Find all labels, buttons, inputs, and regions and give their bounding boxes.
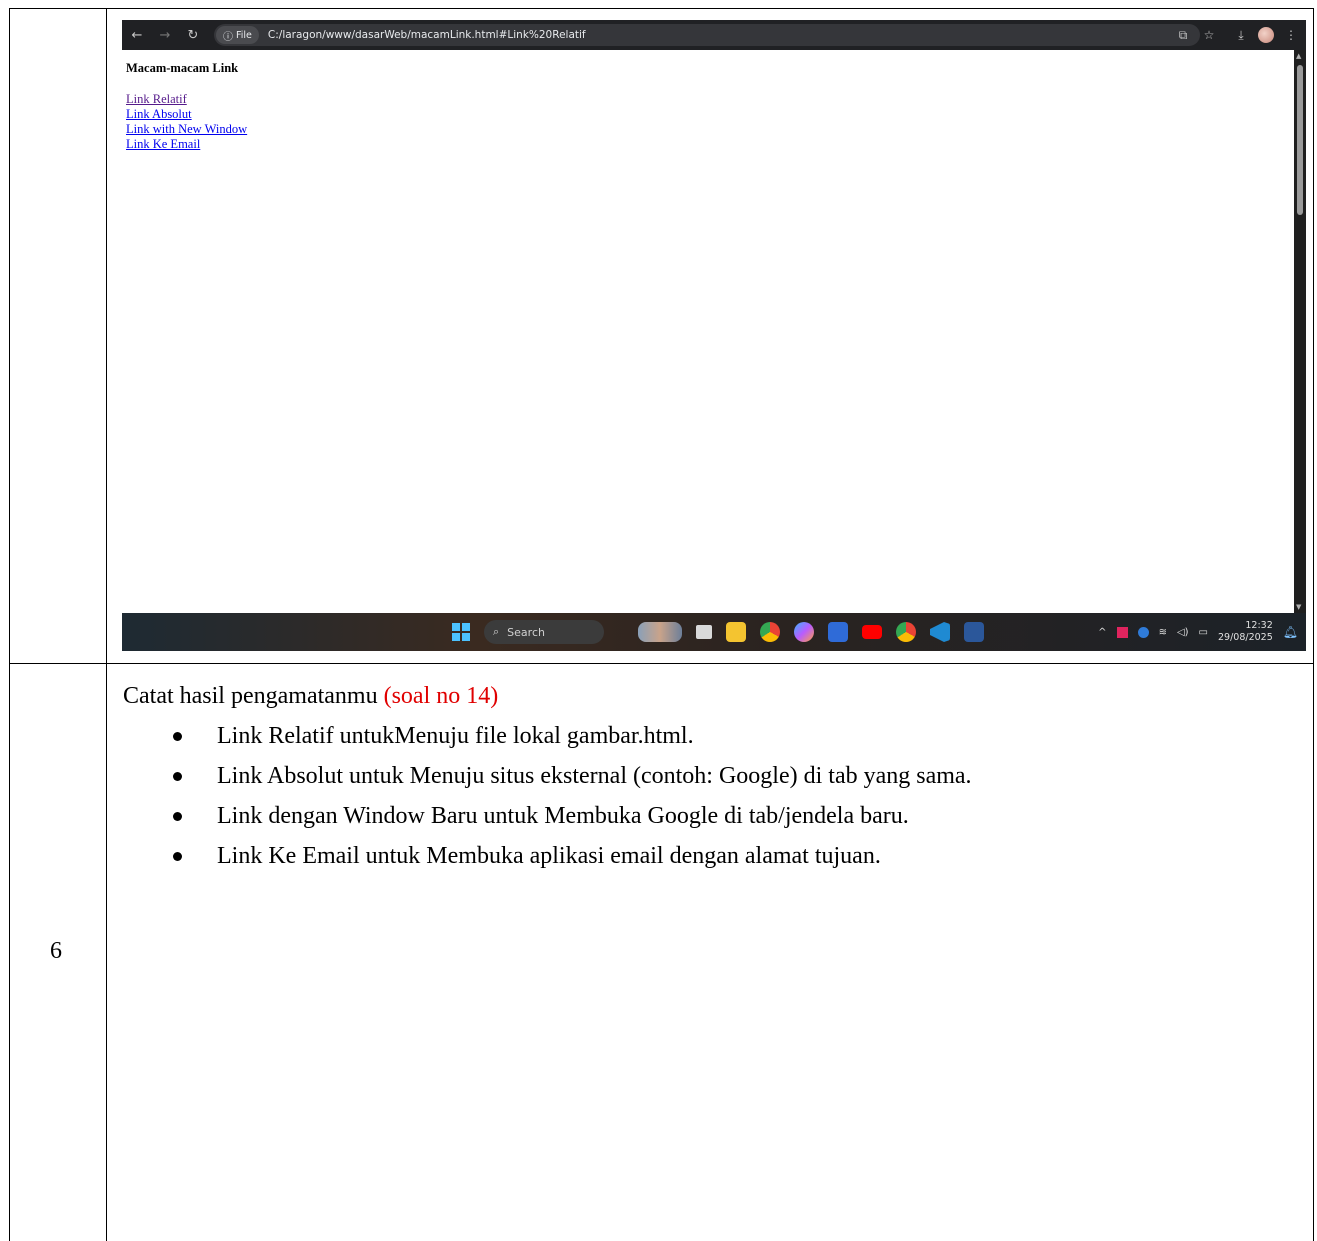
browser-screenshot: ← → ↻ ⓘ File C:/laragon/www/dasarWeb/mac… [122, 20, 1306, 651]
link-list: Link Relatif Link Absolut Link with New … [126, 92, 247, 152]
scrollbar-thumb[interactable] [1297, 65, 1303, 215]
windows-taskbar: ⌕ Search ^ ≋ ◁) ▭ 12:32 29/08/2025 🔔︎ [122, 613, 1306, 651]
notification-bell-icon[interactable]: 🔔︎ [1283, 625, 1298, 639]
table-left-border [9, 8, 10, 1241]
link-new-window[interactable]: Link with New Window [126, 122, 247, 137]
file-explorer-icon[interactable] [726, 622, 746, 642]
wifi-icon[interactable]: ≋ [1159, 627, 1167, 638]
row-number: 6 [50, 938, 62, 964]
battery-icon[interactable]: ▭ [1199, 627, 1208, 638]
reload-icon[interactable]: ↻ [182, 24, 204, 46]
back-icon[interactable]: ← [126, 24, 148, 46]
taskbar-search-label: Search [507, 625, 545, 639]
taskbar-apps: ⌕ Search [452, 620, 984, 644]
download-icon[interactable]: ⤓ [1232, 24, 1250, 46]
tray-app-icon[interactable] [1116, 626, 1128, 638]
page-viewport: Macam-macam Link Link Relatif Link Absol… [122, 50, 1294, 613]
windows-start-icon[interactable] [452, 623, 470, 641]
linkedin-app-icon[interactable] [828, 622, 848, 642]
toolbar-actions: ⧉ ☆ ⤓ ⋮ [1174, 24, 1300, 46]
list-item: Link Ke Email untuk Membuka aplikasi ema… [123, 836, 1303, 876]
notes-title: Catat hasil pengamatanmu [123, 683, 378, 709]
vertical-scrollbar[interactable]: ▲ ▼ [1294, 50, 1306, 613]
chrome-active-icon[interactable] [896, 622, 916, 642]
bookmark-star-icon[interactable]: ☆ [1200, 24, 1218, 46]
vscode-icon[interactable] [930, 622, 950, 642]
system-tray: ^ ≋ ◁) ▭ 12:32 29/08/2025 🔔︎ [1098, 619, 1298, 645]
link-email[interactable]: Link Ke Email [126, 137, 247, 152]
notes-heading: Catat hasil pengamatanmu (soal no 14) [123, 676, 1303, 716]
site-info-label: File [236, 29, 252, 41]
copilot-icon[interactable] [794, 622, 814, 642]
scroll-down-icon[interactable]: ▼ [1296, 603, 1301, 611]
table-row-divider [9, 663, 1314, 664]
table-right-border [1313, 8, 1314, 1241]
scroll-up-icon[interactable]: ▲ [1296, 52, 1301, 60]
profile-avatar[interactable] [1258, 27, 1274, 43]
volume-icon[interactable]: ◁) [1177, 627, 1189, 638]
list-item: Link dengan Window Baru untuk Membuka Go… [123, 796, 1303, 836]
link-relatif[interactable]: Link Relatif [126, 92, 247, 107]
clock-time: 12:32 [1245, 620, 1273, 631]
site-info-chip[interactable]: ⓘ File [216, 26, 259, 44]
list-item: Link Relatif untukMenuju file lokal gamb… [123, 716, 1303, 756]
address-bar[interactable]: ⓘ File C:/laragon/www/dasarWeb/macamLink… [214, 24, 1200, 46]
page-heading: Macam-macam Link [126, 61, 239, 75]
search-icon: ⌕ [493, 625, 500, 638]
chrome-icon[interactable] [760, 622, 780, 642]
notes-title-reference: (soal no 14) [383, 683, 499, 709]
clock-date: 29/08/2025 [1218, 632, 1273, 643]
word-icon[interactable] [964, 622, 984, 642]
clock[interactable]: 12:32 29/08/2025 [1218, 620, 1273, 644]
chevron-up-icon[interactable]: ^ [1098, 627, 1106, 638]
table-column-divider [106, 8, 107, 1241]
notes-bullet-list: Link Relatif untukMenuju file lokal gamb… [123, 716, 1303, 876]
widgets-icon[interactable] [638, 622, 682, 642]
link-absolut[interactable]: Link Absolut [126, 107, 247, 122]
url-text[interactable]: C:/laragon/www/dasarWeb/macamLink.html#L… [268, 29, 586, 41]
forward-icon[interactable]: → [154, 24, 176, 46]
observation-notes: Catat hasil pengamatanmu (soal no 14) Li… [123, 676, 1303, 876]
info-icon: ⓘ [223, 31, 233, 43]
menu-kebab-icon[interactable]: ⋮ [1282, 24, 1300, 46]
translate-icon[interactable]: ⧉ [1174, 24, 1192, 46]
task-view-icon[interactable] [696, 625, 712, 639]
table-top-border [9, 8, 1314, 9]
browser-toolbar: ← → ↻ ⓘ File C:/laragon/www/dasarWeb/mac… [122, 20, 1306, 50]
security-icon[interactable] [1137, 626, 1149, 638]
list-item: Link Absolut untuk Menuju situs eksterna… [123, 756, 1303, 796]
taskbar-search[interactable]: ⌕ Search [484, 620, 604, 644]
youtube-icon[interactable] [862, 625, 882, 639]
